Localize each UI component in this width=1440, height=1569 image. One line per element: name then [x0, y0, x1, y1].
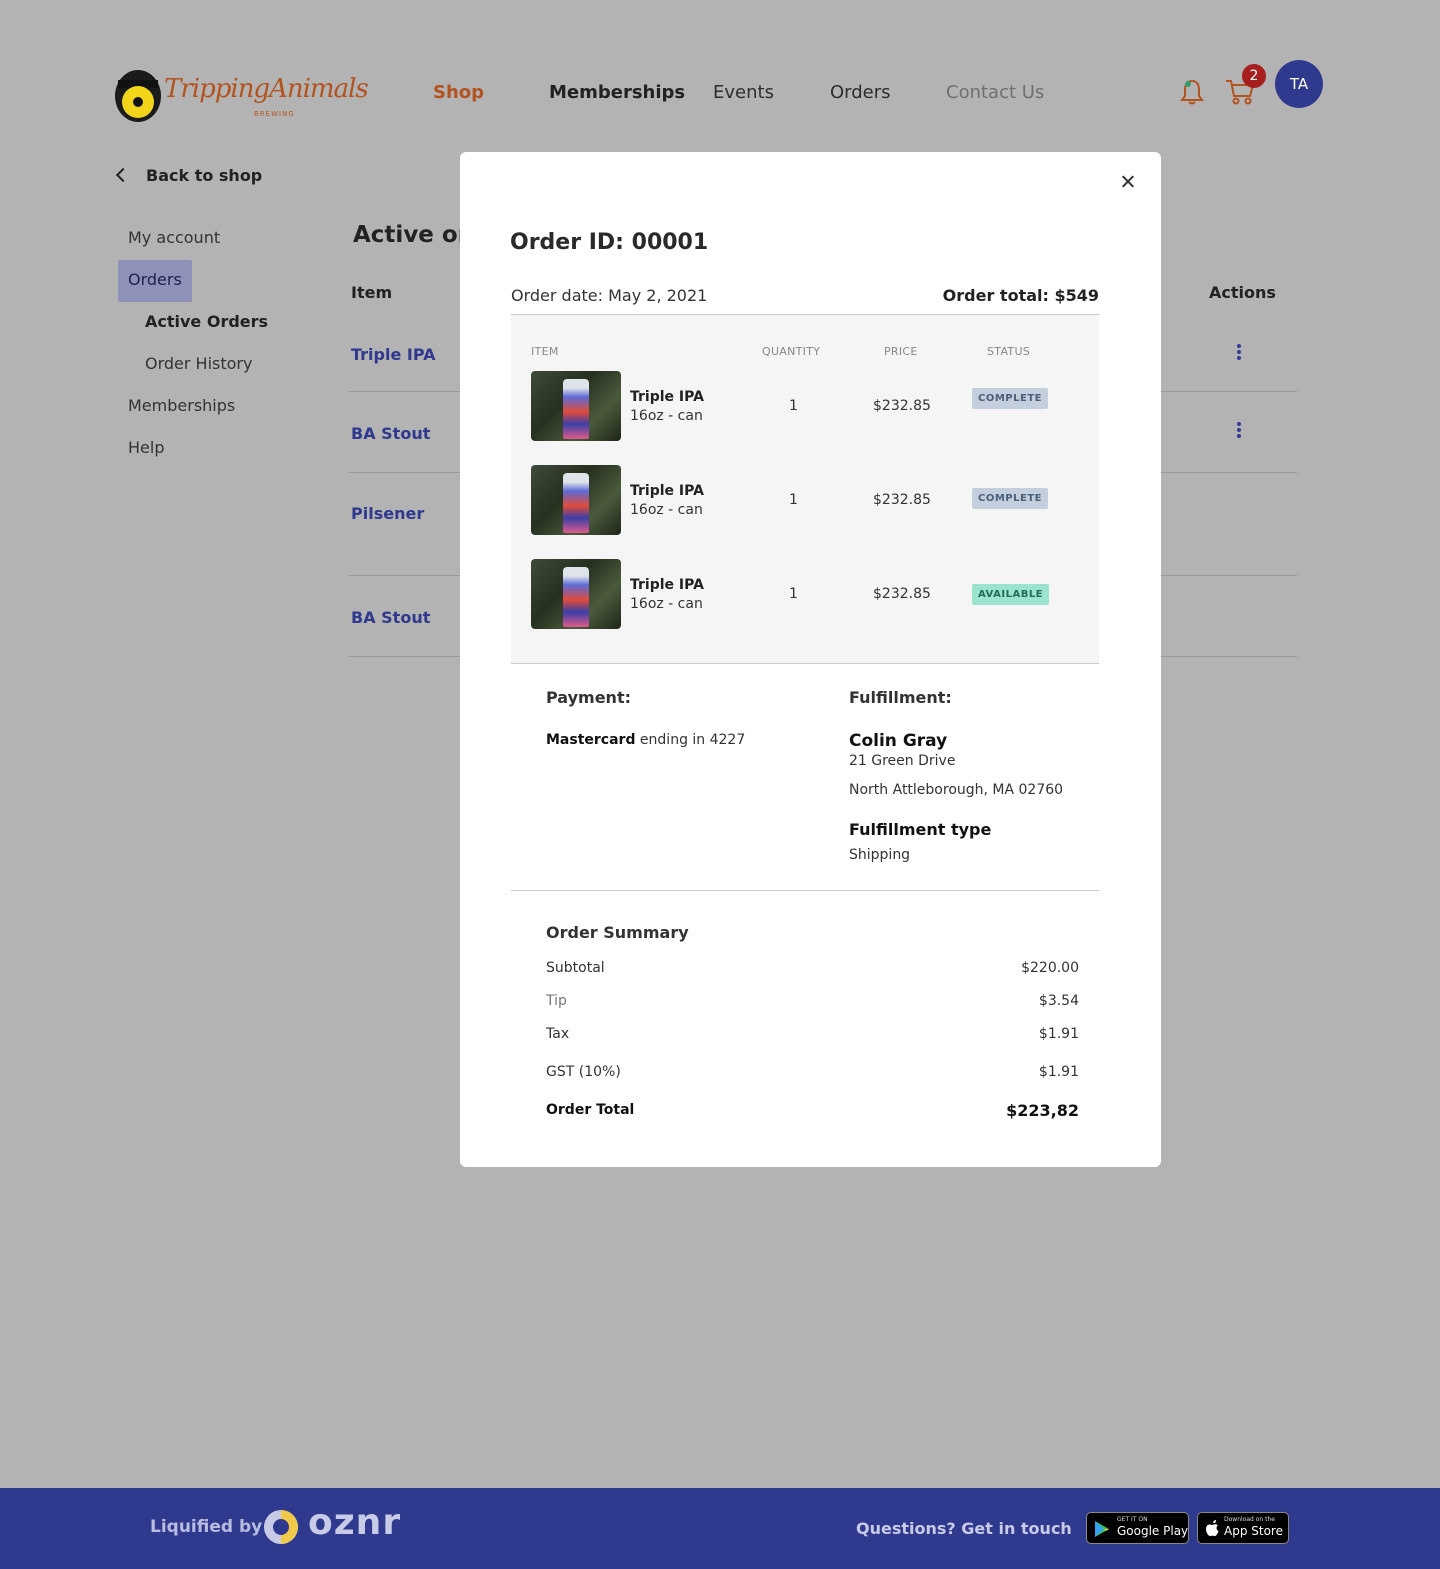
app-store-small-text: Download on the: [1224, 1516, 1275, 1523]
order-row-item[interactable]: Pilsener: [351, 504, 424, 523]
product-quantity: 1: [789, 398, 798, 414]
brand-logo-text: TrippingAnimals: [164, 74, 369, 104]
table-row: Triple IPA 16oz - can 1 $232.85 COMPLETE: [511, 465, 1099, 535]
oznr-logo-text[interactable]: oznr: [308, 1502, 401, 1543]
brand-mascot-icon: [115, 70, 161, 122]
column-header-actions: Actions: [1209, 283, 1276, 302]
order-total-label: Order Total: [546, 1102, 635, 1118]
get-in-touch-link[interactable]: Questions? Get in touch: [856, 1519, 1072, 1538]
column-header-quantity: QUANTITY: [762, 345, 821, 358]
fulfillment-type-label: Fulfillment type: [849, 820, 992, 839]
chevron-left-icon: [115, 167, 131, 183]
nav-shop[interactable]: Shop: [433, 82, 484, 103]
kebab-icon[interactable]: [1236, 344, 1242, 364]
product-variant: 16oz - can: [630, 502, 703, 518]
gst-label: GST (10%): [546, 1064, 621, 1080]
product-image: [531, 371, 621, 441]
sidebar-item-order-history[interactable]: Order History: [145, 354, 252, 373]
fulfillment-type-value: Shipping: [849, 847, 911, 863]
order-details-modal: Order ID: 00001 Order date: May 2, 2021 …: [460, 152, 1161, 1167]
liquified-by-label: Liquified by: [150, 1517, 263, 1537]
tax-label: Tax: [546, 1026, 570, 1042]
order-row-item[interactable]: Triple IPA: [351, 345, 435, 364]
order-date: Order date: May 2, 2021: [511, 286, 708, 305]
back-to-shop-label: Back to shop: [146, 166, 263, 185]
card-ending: ending in 4227: [635, 732, 746, 748]
column-header-price: PRICE: [884, 345, 918, 358]
nav-orders[interactable]: Orders: [830, 82, 891, 103]
brand-logo-subtext: BREWING: [254, 110, 295, 118]
product-variant: 16oz - can: [630, 596, 703, 612]
order-id-heading: Order ID: 00001: [510, 230, 709, 255]
product-quantity: 1: [789, 586, 798, 602]
sidebar-item-orders[interactable]: Orders: [118, 260, 192, 302]
column-header-item: Item: [351, 283, 393, 302]
product-price: $232.85: [873, 586, 931, 602]
google-play-big-text: Google Play: [1117, 1524, 1189, 1538]
nav-memberships[interactable]: Memberships: [549, 82, 685, 103]
user-avatar[interactable]: TA: [1275, 60, 1323, 108]
status-badge: AVAILABLE: [972, 584, 1050, 605]
apple-icon: [1206, 1520, 1219, 1537]
subtotal-value: $220.00: [1021, 960, 1079, 976]
order-total: Order total: $549: [942, 286, 1099, 305]
status-badge: COMPLETE: [972, 388, 1048, 409]
kebab-icon[interactable]: [1236, 422, 1242, 442]
app-store-button[interactable]: Download on the App Store: [1197, 1512, 1289, 1544]
sidebar-item-active-orders[interactable]: Active Orders: [145, 312, 268, 331]
product-name: Triple IPA: [630, 577, 704, 593]
order-items-table: ITEM QUANTITY PRICE STATUS Triple IPA 16…: [511, 314, 1099, 664]
recipient-name: Colin Gray: [849, 731, 948, 751]
order-row-item[interactable]: BA Stout: [351, 424, 430, 443]
product-image: [531, 465, 621, 535]
column-header-item: ITEM: [531, 345, 559, 358]
back-to-shop-link[interactable]: Back to shop: [115, 166, 263, 185]
tip-value: $3.54: [1038, 993, 1079, 1009]
close-icon[interactable]: [1118, 172, 1138, 192]
nav-events[interactable]: Events: [713, 82, 774, 103]
product-price: $232.85: [873, 492, 931, 508]
tax-value: $1.91: [1038, 1026, 1079, 1042]
sidebar-item-memberships[interactable]: Memberships: [128, 396, 235, 415]
tip-label: Tip: [546, 993, 567, 1009]
product-name: Triple IPA: [630, 483, 704, 499]
google-play-small-text: GET IT ON: [1117, 1516, 1148, 1523]
product-variant: 16oz - can: [630, 408, 703, 424]
subtotal-label: Subtotal: [546, 960, 605, 976]
section-divider: [511, 890, 1099, 891]
google-play-icon: [1095, 1521, 1109, 1537]
address-line-2: North Attleborough, MA 02760: [849, 782, 1064, 798]
app-store-big-text: App Store: [1224, 1524, 1283, 1538]
table-row: Triple IPA 16oz - can 1 $232.85 COMPLETE: [511, 371, 1099, 441]
order-summary-title: Order Summary: [546, 923, 689, 942]
brand-logo[interactable]: TrippingAnimals BREWING: [112, 62, 369, 124]
oznr-logo-icon: [264, 1510, 298, 1544]
payment-method: Mastercard ending in 4227: [546, 732, 745, 748]
fulfillment-label: Fulfillment:: [849, 688, 952, 707]
table-row: Triple IPA 16oz - can 1 $232.85 AVAILABL…: [511, 559, 1099, 629]
sidebar-item-help[interactable]: Help: [128, 438, 164, 457]
nav-contact-us[interactable]: Contact Us: [946, 82, 1044, 103]
cart-count-badge: 2: [1242, 64, 1266, 88]
top-header: TrippingAnimals BREWING Shop Memberships…: [0, 0, 1440, 150]
address-line-1: 21 Green Drive: [849, 753, 956, 769]
status-badge: COMPLETE: [972, 488, 1048, 509]
product-name: Triple IPA: [630, 389, 704, 405]
payment-label: Payment:: [546, 688, 631, 707]
product-quantity: 1: [789, 492, 798, 508]
column-header-status: STATUS: [987, 345, 1031, 358]
product-image: [531, 559, 621, 629]
bell-icon[interactable]: [1180, 78, 1204, 106]
order-total-value: $223,82: [1006, 1101, 1079, 1120]
product-price: $232.85: [873, 398, 931, 414]
google-play-button[interactable]: GET IT ON Google Play: [1086, 1512, 1189, 1544]
order-row-item[interactable]: BA Stout: [351, 608, 430, 627]
card-brand: Mastercard: [546, 732, 636, 748]
sidebar-item-my-account[interactable]: My account: [128, 228, 220, 247]
gst-value: $1.91: [1038, 1064, 1079, 1080]
footer: Liquified by oznr Questions? Get in touc…: [0, 1488, 1440, 1569]
